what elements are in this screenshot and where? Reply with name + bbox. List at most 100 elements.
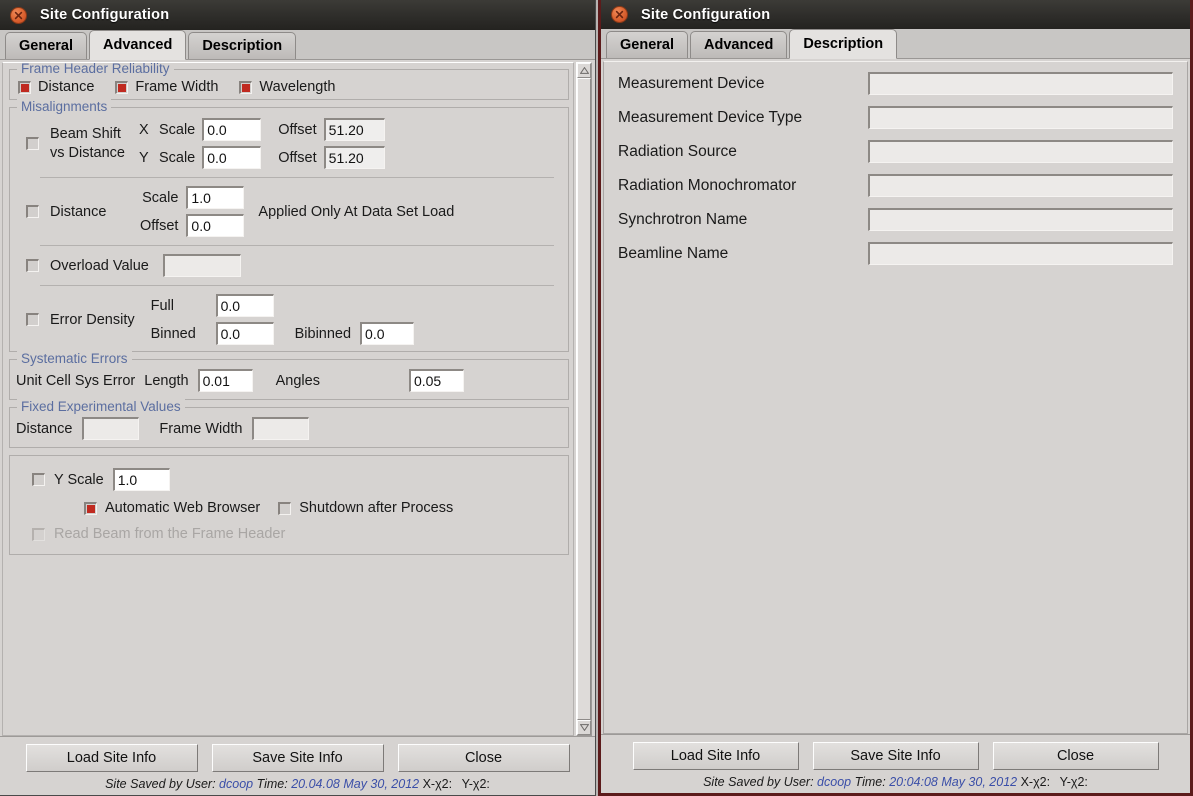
tab-description-left[interactable]: Description [188,32,297,59]
chevron-down-icon[interactable] [577,720,591,735]
checkbox-overload-value[interactable] [26,259,39,272]
checkbox-frame-width-reliability[interactable] [115,80,129,94]
load-site-info-button-left[interactable]: Load Site Info [25,744,198,772]
label-frame-width-reliability: Frame Width [135,79,219,95]
beam-shift-x-axis-label: X [138,121,149,138]
close-icon[interactable] [611,6,628,23]
synchrotron-name-label: Synchrotron Name [618,210,748,228]
left-status-line: Site Saved by User: dcoop Time: 20.04.08… [10,777,585,791]
advanced-panel-scrollbar[interactable] [576,62,592,736]
checkbox-beam-shift[interactable] [26,137,39,150]
distance-note: Applied Only At Data Set Load [258,203,455,220]
tab-advanced-left[interactable]: Advanced [89,30,187,60]
shutdown-after-process-label: Shutdown after Process [299,500,454,516]
tab-description-right[interactable]: Description [789,29,898,59]
beam-shift-y-scale-label: Scale [158,149,196,166]
frame-header-reliability-row: Distance Frame Width Wavelength [18,79,560,95]
read-beam-from-frame-header-label: Read Beam from the Frame Header [54,526,286,542]
beam-shift-y-offset-input[interactable] [323,146,385,169]
left-status-ychi: Y-χ2: [461,777,490,791]
distance-offset-input[interactable] [186,214,245,237]
misalignments-divider-1 [40,177,554,178]
measurement-device-type-label: Measurement Device Type [618,108,803,126]
beam-shift-label-line2: vs Distance [50,144,125,161]
frame-header-reliability-group: Frame Header Reliability Distance Frame … [9,63,569,100]
chevron-up-icon[interactable] [577,63,591,78]
error-density-full-row: Full [151,294,414,317]
left-bottom-bar: Load Site Info Save Site Info Close Site… [0,736,595,795]
left-button-row: Load Site Info Save Site Info Close [10,744,585,772]
beam-shift-x-offset-input[interactable] [323,118,385,141]
close-button-right[interactable]: Close [992,742,1159,770]
close-button-left[interactable]: Close [397,744,570,772]
tab-advanced-right[interactable]: Advanced [690,31,788,58]
right-window-title: Site Configuration [641,6,771,23]
beam-shift-y-scale-input[interactable] [202,146,262,169]
distance-offset-row: Offset [126,214,245,237]
tab-general-left[interactable]: General [5,32,87,59]
save-site-info-button-left[interactable]: Save Site Info [211,744,384,772]
measurement-device-input[interactable] [868,72,1173,95]
site-configuration-window-left: Site Configuration General Advanced Desc… [0,0,596,796]
right-window-titlebar[interactable]: Site Configuration [601,0,1190,29]
length-label: Length [144,372,189,389]
overload-row: Overload Value [18,254,560,277]
fixed-distance-input[interactable] [82,417,140,440]
beamline-name-input[interactable] [868,242,1173,265]
left-window-titlebar[interactable]: Site Configuration [0,0,595,30]
checkbox-error-density[interactable] [26,313,39,326]
checkbox-distance-reliability[interactable] [18,80,31,94]
distance-scale-input[interactable] [186,186,245,209]
beam-shift-y-offset-label: Offset [278,149,317,166]
description-row: Radiation Source [618,140,1173,163]
radiation-monochromator-input[interactable] [868,174,1173,197]
error-density-bibinned-label: Bibinned [294,325,352,342]
left-content-wrap: Frame Header Reliability Distance Frame … [0,60,595,736]
misalignments-divider-3 [40,285,554,286]
systematic-errors-group: Systematic Errors Unit Cell Sys Error Le… [9,351,569,400]
close-icon[interactable] [10,6,27,24]
checkbox-shutdown-after-process[interactable] [278,501,292,515]
tab-general-right[interactable]: General [606,31,688,58]
checkbox-automatic-web-browser[interactable] [84,501,97,515]
label-wavelength-reliability: Wavelength [259,79,336,95]
scroll-down-glyph [579,724,589,731]
right-content-wrap: Measurement Device Measurement Device Ty… [601,59,1190,734]
beam-shift-x-scale-input[interactable] [202,118,262,141]
distance-scale-row: Scale [126,186,245,209]
fixed-frame-width-input[interactable] [252,417,310,440]
right-tabstrip: General Advanced Description [601,29,1190,59]
save-site-info-button-right[interactable]: Save Site Info [812,742,979,770]
checkbox-y-scale[interactable] [32,473,45,486]
beam-shift-label-line1: Beam Shift [50,125,121,142]
fixed-experimental-values-group: Fixed Experimental Values Distance Frame… [9,399,569,448]
checkbox-read-beam-from-frame-header [32,527,45,541]
misalignments-group: Misalignments Beam Shift vs Distance X S… [9,99,569,352]
close-glyph [615,10,624,19]
scrollbar-thumb[interactable] [577,78,591,720]
y-scale-input[interactable] [112,468,170,491]
scrollbar-track[interactable] [577,78,591,720]
y-scale-row: Y Scale [20,468,558,491]
checkbox-wavelength-reliability[interactable] [239,80,253,94]
checkbox-distance-misalign[interactable] [26,205,39,218]
overload-value-input[interactable] [162,254,241,277]
length-input[interactable] [197,369,253,392]
radiation-source-input[interactable] [868,140,1173,163]
right-status-time-label: Time: [854,775,886,789]
error-density-binned-input[interactable] [215,322,274,345]
right-status-ychi: Y-χ2: [1059,775,1088,789]
misalignments-legend: Misalignments [17,99,112,114]
beam-shift-x-scale-label: Scale [158,121,196,138]
error-density-bibinned-input[interactable] [360,322,415,345]
site-configuration-window-right: Site Configuration General Advanced Desc… [598,0,1193,796]
synchrotron-name-input[interactable] [868,208,1173,231]
angles-input[interactable] [408,369,464,392]
load-site-info-button-right[interactable]: Load Site Info [632,742,799,770]
left-status-xchi: X-χ2: [422,777,453,791]
distance-offset-label: Offset [140,217,179,234]
error-density-full-input[interactable] [215,294,274,317]
measurement-device-type-input[interactable] [868,106,1173,129]
automatic-web-browser-label: Automatic Web Browser [105,500,261,516]
fixed-experimental-values-legend: Fixed Experimental Values [17,399,185,414]
